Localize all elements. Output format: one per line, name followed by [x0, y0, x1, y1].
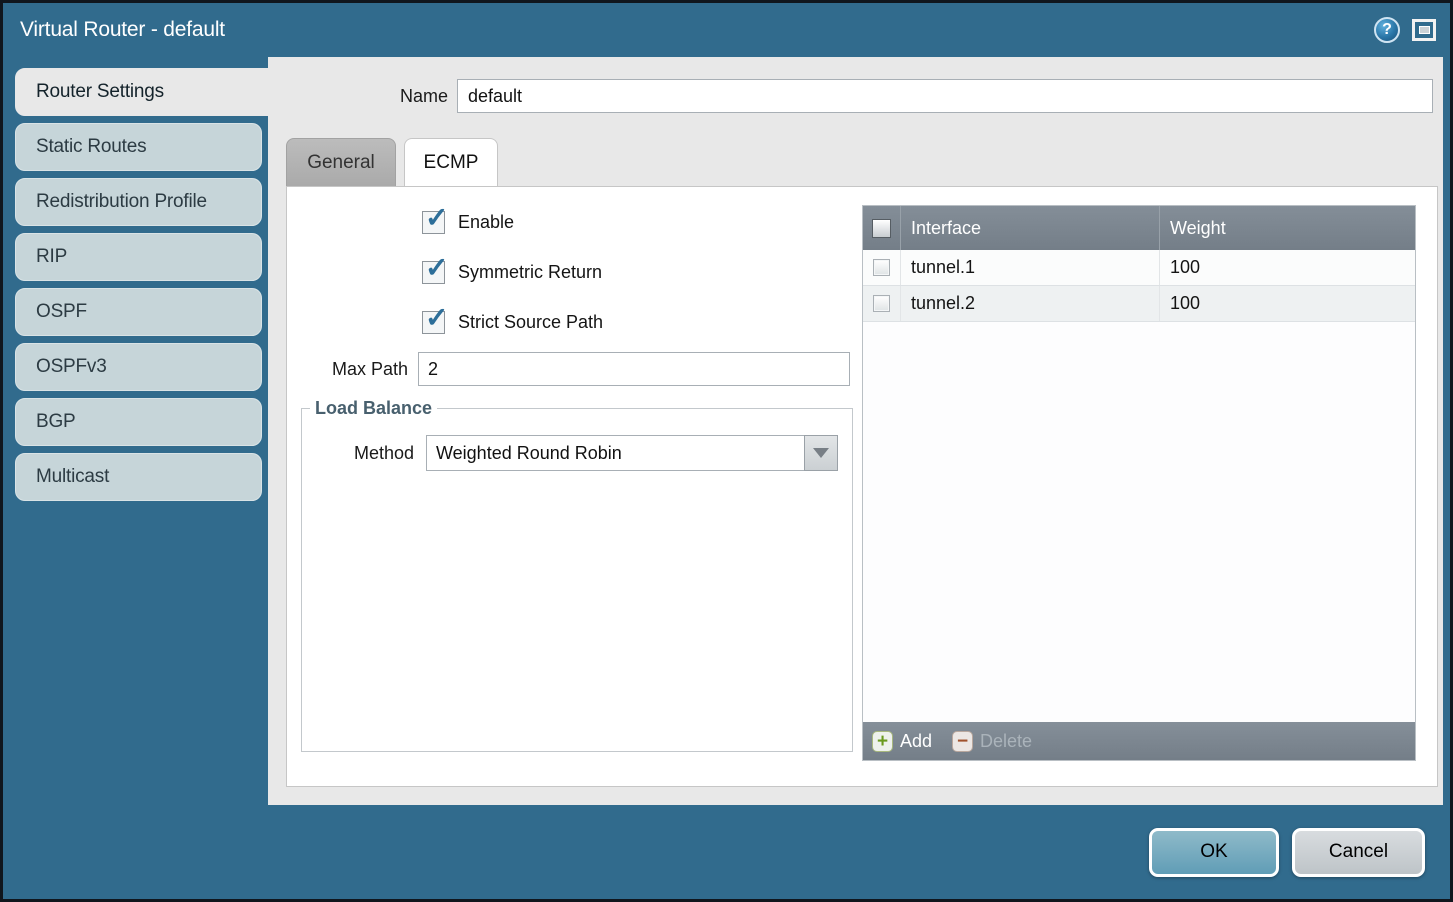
- sidebar-item-rip[interactable]: RIP: [15, 233, 262, 281]
- sidebar-item-bgp[interactable]: BGP: [15, 398, 262, 446]
- ecmp-panel: ✓ Enable ✓ Symmetric Return ✓ Strict Sou…: [286, 186, 1438, 787]
- ok-button[interactable]: OK: [1149, 828, 1279, 877]
- max-path-label: Max Path: [301, 359, 408, 380]
- enable-row: ✓ Enable: [422, 209, 853, 235]
- tab-general[interactable]: General: [286, 138, 396, 186]
- weight-cell: 100: [1159, 250, 1415, 285]
- chevron-down-icon: [813, 448, 829, 458]
- load-balance-legend: Load Balance: [310, 398, 437, 419]
- name-input[interactable]: [457, 79, 1433, 113]
- sidebar-item-ospf[interactable]: OSPF: [15, 288, 262, 336]
- strict-source-path-checkbox[interactable]: ✓: [422, 311, 445, 334]
- interface-column-header: Interface: [901, 206, 1159, 250]
- cancel-button[interactable]: Cancel: [1292, 828, 1425, 877]
- add-button[interactable]: + Add: [872, 731, 932, 752]
- sidebar-item-static-routes[interactable]: Static Routes: [15, 123, 262, 171]
- strict-source-path-row: ✓ Strict Source Path: [422, 309, 853, 335]
- interface-cell: tunnel.2: [901, 286, 1159, 321]
- load-balance-fieldset: Load Balance Method: [301, 398, 853, 752]
- row-checkbox[interactable]: [873, 295, 890, 312]
- help-icon[interactable]: ?: [1374, 17, 1400, 43]
- max-path-row: Max Path: [301, 352, 853, 386]
- sidebar: Router Settings Static Routes Redistribu…: [3, 57, 268, 805]
- titlebar-icons: ?: [1374, 17, 1436, 43]
- name-row: Name: [268, 79, 1443, 113]
- row-checkbox-cell: [863, 250, 901, 285]
- screen: Virtual Router - default ? Router Settin…: [0, 0, 1453, 902]
- weight-cell: 100: [1159, 286, 1415, 321]
- tab-strip: General ECMP: [268, 138, 1443, 186]
- check-icon: ✓: [425, 301, 448, 334]
- strict-source-path-label: Strict Source Path: [458, 312, 603, 333]
- sidebar-item-redistribution-profile[interactable]: Redistribution Profile: [15, 178, 262, 226]
- plus-icon: +: [872, 731, 893, 752]
- add-button-label: Add: [900, 731, 932, 752]
- method-input[interactable]: [426, 435, 804, 471]
- sidebar-item-router-settings[interactable]: Router Settings: [15, 68, 268, 116]
- dialog-footer: OK Cancel: [3, 805, 1450, 899]
- sidebar-item-multicast[interactable]: Multicast: [15, 453, 262, 501]
- check-icon: ✓: [425, 251, 448, 284]
- minus-icon: −: [952, 731, 973, 752]
- table-row[interactable]: tunnel.1 100: [863, 250, 1415, 286]
- main-row: Router Settings Static Routes Redistribu…: [3, 57, 1450, 805]
- method-dropdown-button[interactable]: [804, 435, 838, 471]
- sidebar-item-ospfv3[interactable]: OSPFv3: [15, 343, 262, 391]
- method-row: Method: [319, 435, 852, 471]
- window-icon[interactable]: [1412, 19, 1436, 41]
- symmetric-return-checkbox[interactable]: ✓: [422, 261, 445, 284]
- dialog-title: Virtual Router - default: [20, 18, 225, 42]
- interface-cell: tunnel.1: [901, 250, 1159, 285]
- ecmp-settings-column: ✓ Enable ✓ Symmetric Return ✓ Strict Sou…: [287, 187, 853, 786]
- interface-table: Interface Weight tunnel.1 100 tunnel.2 1…: [862, 205, 1416, 761]
- select-all-checkbox[interactable]: [872, 219, 891, 238]
- delete-button-label: Delete: [980, 731, 1032, 752]
- weight-column-header: Weight: [1159, 206, 1415, 250]
- titlebar: Virtual Router - default ?: [3, 3, 1450, 57]
- table-header: Interface Weight: [863, 206, 1415, 250]
- name-label: Name: [268, 86, 448, 107]
- table-row[interactable]: tunnel.2 100: [863, 286, 1415, 322]
- enable-label: Enable: [458, 212, 514, 233]
- max-path-input[interactable]: [418, 352, 850, 386]
- virtual-router-dialog: Virtual Router - default ? Router Settin…: [3, 3, 1450, 899]
- table-empty-area: [863, 322, 1415, 722]
- symmetric-return-label: Symmetric Return: [458, 262, 602, 283]
- select-all-cell: [863, 206, 901, 250]
- method-label: Method: [319, 443, 414, 464]
- row-checkbox-cell: [863, 286, 901, 321]
- enable-checkbox[interactable]: ✓: [422, 211, 445, 234]
- row-checkbox[interactable]: [873, 259, 890, 276]
- window-icon-inner: [1419, 26, 1430, 34]
- table-footer: + Add − Delete: [863, 722, 1415, 760]
- check-icon: ✓: [425, 201, 448, 234]
- symmetric-return-row: ✓ Symmetric Return: [422, 259, 853, 285]
- delete-button[interactable]: − Delete: [952, 731, 1032, 752]
- content-area: Name General ECMP ✓ Enable: [268, 57, 1443, 805]
- tab-ecmp[interactable]: ECMP: [404, 138, 498, 186]
